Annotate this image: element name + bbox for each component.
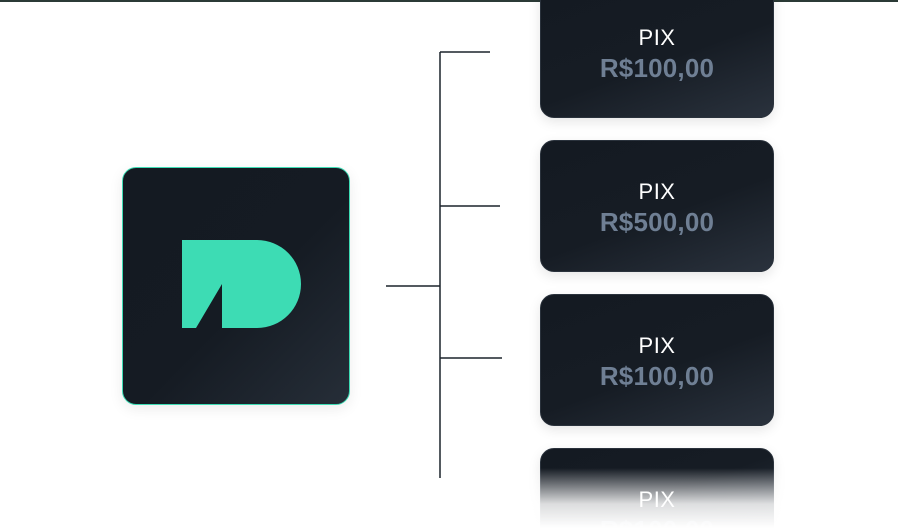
transaction-method: PIX bbox=[638, 487, 676, 512]
transaction-amount: R$100,00 bbox=[599, 53, 715, 83]
transaction-amount: R$100,00 bbox=[541, 515, 773, 527]
transaction-card-3: PIX R$100,00 bbox=[540, 294, 774, 426]
transaction-card-2: PIX R$500,00 bbox=[540, 140, 774, 272]
transaction-amount: R$100,00 bbox=[599, 361, 715, 391]
transaction-method: PIX bbox=[638, 333, 676, 358]
brand-logo-card bbox=[122, 167, 350, 405]
transaction-amount: R$500,00 bbox=[599, 207, 715, 237]
transaction-method: PIX bbox=[638, 25, 676, 50]
transaction-method: PIX bbox=[638, 179, 676, 204]
transaction-card-4: PIX R$100,00 bbox=[540, 448, 774, 528]
transaction-card-1: PIX R$100,00 bbox=[540, 0, 774, 118]
payment-flow-illustration: PIX R$100,00 PIX R$500,00 PIX R$100,00 P… bbox=[0, 0, 898, 528]
brand-logo-icon bbox=[182, 240, 301, 328]
